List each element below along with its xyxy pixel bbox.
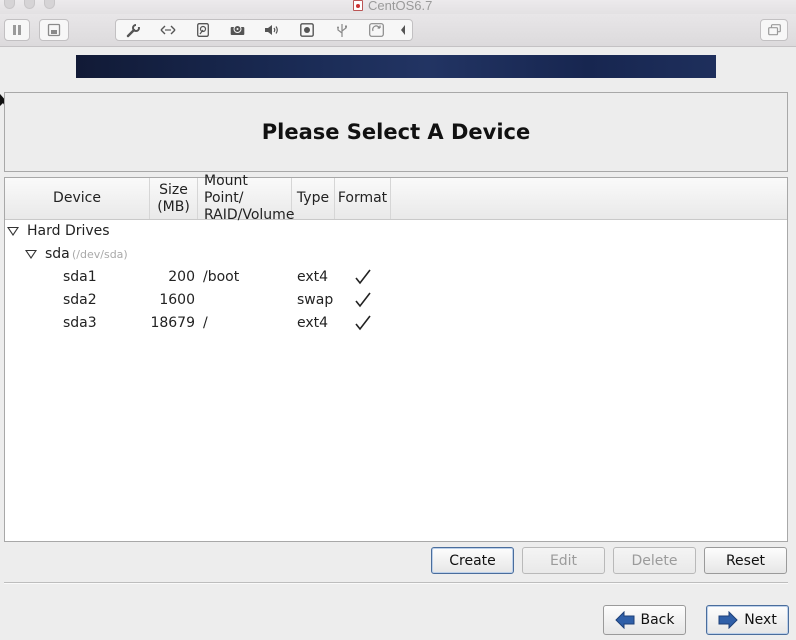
partition-type: ext4	[297, 269, 329, 285]
next-label: Next	[744, 612, 777, 628]
delete-button[interactable]: Delete	[613, 547, 696, 574]
table-row[interactable]: sda3 18679 / ext4	[5, 312, 787, 335]
refresh-icon[interactable]	[359, 19, 394, 41]
zoom-window-button[interactable]	[44, 0, 55, 9]
chevron-left-icon[interactable]	[394, 19, 412, 41]
window-title-wrap: CentOS6.7	[353, 0, 433, 13]
installer-banner	[76, 55, 716, 78]
table-header: Device Size (MB) Mount Point/ RAID/Volum…	[5, 173, 787, 223]
column-header-size[interactable]: Size (MB)	[150, 178, 198, 219]
disk-path: (/dev/sda)	[72, 248, 128, 261]
column-header-device[interactable]: Device	[5, 178, 150, 219]
snapshot-icon	[47, 23, 61, 37]
window-restore-icon	[767, 24, 781, 36]
page-header: Please Select A Device	[4, 92, 788, 172]
format-check-icon	[355, 289, 371, 312]
wrench-icon[interactable]	[116, 19, 151, 41]
tree-row-disk[interactable]: sda (/dev/sda)	[5, 243, 787, 266]
minimize-window-button[interactable]	[24, 0, 35, 9]
window-restore-button[interactable]	[760, 19, 788, 41]
back-button[interactable]: Back	[603, 605, 686, 635]
separator	[4, 582, 788, 584]
pause-icon	[13, 25, 21, 35]
create-button[interactable]: Create	[431, 547, 514, 574]
partition-type: swap	[297, 292, 334, 308]
partition-device: sda1	[63, 269, 97, 285]
partition-device: sda2	[63, 292, 97, 308]
usb-icon[interactable]	[325, 19, 360, 41]
partition-mount: /boot	[203, 269, 240, 285]
snapshot-button[interactable]	[39, 19, 69, 41]
network-arrows-icon[interactable]	[151, 19, 186, 41]
camera-icon[interactable]	[290, 19, 325, 41]
column-header-format[interactable]: Format	[335, 178, 391, 219]
window-titlebar: CentOS6.7	[0, 0, 796, 14]
partition-size: 200	[168, 269, 195, 285]
device-tree-table[interactable]: Device Size (MB) Mount Point/ RAID/Volum…	[4, 173, 788, 542]
format-check-icon	[355, 266, 371, 289]
arrow-right-icon	[718, 611, 738, 629]
partition-size: 18679	[150, 315, 195, 331]
table-row[interactable]: sda1 200 /boot ext4	[5, 266, 787, 289]
close-window-button[interactable]	[4, 0, 15, 9]
expander-triangle-icon[interactable]	[25, 250, 37, 259]
vm-document-icon	[353, 0, 363, 11]
table-row[interactable]: sda2 1600 swap	[5, 289, 787, 312]
partition-type: ext4	[297, 315, 329, 331]
reset-button[interactable]: Reset	[704, 547, 787, 574]
partition-size: 1600	[159, 292, 195, 308]
window-title: CentOS6.7	[368, 0, 433, 13]
optical-disc-icon[interactable]	[220, 19, 255, 41]
expander-triangle-icon[interactable]	[7, 227, 19, 236]
pause-button[interactable]	[4, 19, 30, 41]
group-label: Hard Drives	[27, 223, 110, 239]
back-label: Back	[640, 612, 675, 628]
column-header-mount[interactable]: Mount Point/ RAID/Volume	[198, 173, 294, 223]
column-header-type[interactable]: Type	[292, 178, 335, 219]
device-toolbar-group	[115, 19, 413, 41]
partition-mount: /	[203, 315, 208, 331]
disk-name: sda	[45, 246, 70, 262]
arrow-left-icon	[614, 611, 634, 629]
harddisk-icon[interactable]	[186, 19, 221, 41]
next-button[interactable]: Next	[706, 605, 789, 635]
page-title: Please Select A Device	[261, 120, 531, 144]
speaker-icon[interactable]	[255, 19, 290, 41]
tree-row-hard-drives[interactable]: Hard Drives	[5, 220, 787, 243]
partition-device: sda3	[63, 315, 97, 331]
edit-button[interactable]: Edit	[522, 547, 605, 574]
format-check-icon	[355, 312, 371, 335]
vm-toolbar	[0, 14, 796, 47]
